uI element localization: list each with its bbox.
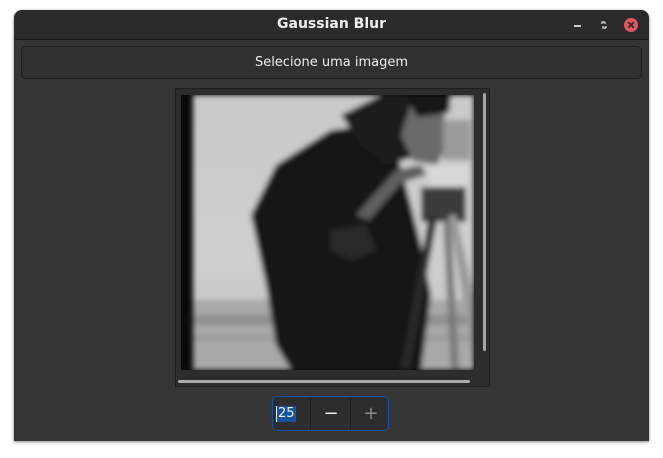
- app-window: Gaussian Blur Selecione uma imagem 25 − …: [14, 10, 649, 441]
- blur-radius-value: 25: [276, 406, 296, 422]
- increment-button[interactable]: +: [350, 397, 391, 430]
- decrement-button[interactable]: −: [310, 397, 351, 430]
- blur-radius-input[interactable]: 25: [273, 397, 310, 430]
- close-icon[interactable]: [623, 17, 639, 33]
- blur-radius-spinbutton[interactable]: 25 − +: [272, 396, 389, 431]
- title-bar[interactable]: Gaussian Blur: [14, 10, 649, 40]
- image-viewer[interactable]: [175, 88, 490, 387]
- vertical-scrollbar[interactable]: [483, 93, 486, 351]
- horizontal-scrollbar[interactable]: [178, 380, 470, 383]
- minimize-icon[interactable]: [570, 17, 586, 33]
- select-image-button[interactable]: Selecione uma imagem: [21, 46, 642, 79]
- blurred-image: [181, 95, 474, 370]
- window-title: Gaussian Blur: [277, 16, 386, 32]
- maximize-icon[interactable]: [596, 17, 612, 33]
